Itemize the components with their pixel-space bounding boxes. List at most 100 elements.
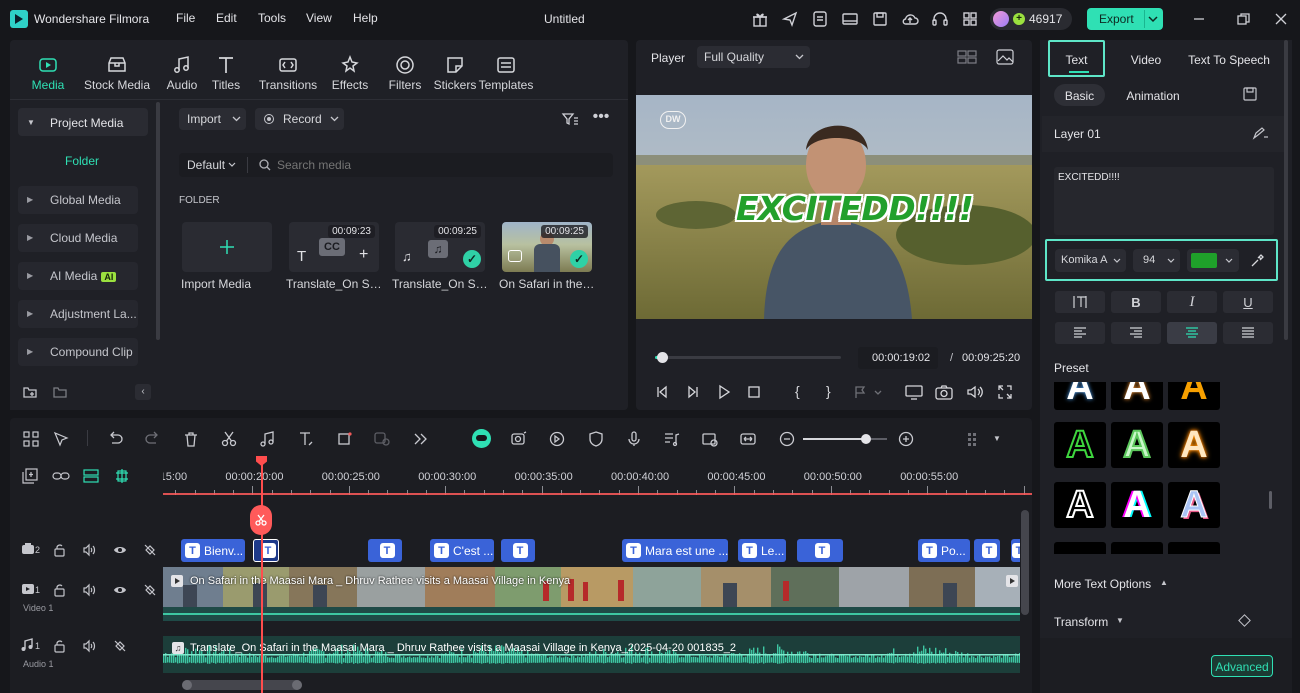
preset-item[interactable]: A bbox=[1054, 542, 1106, 554]
ai-assistant-icon[interactable] bbox=[472, 429, 491, 448]
timeline-ruler[interactable]: 00:00:15:00 00:00:20:00 00:00:25:00 00:00:3… bbox=[163, 462, 1032, 496]
mute-icon[interactable] bbox=[82, 583, 96, 597]
gift-icon[interactable] bbox=[751, 10, 769, 28]
transform-row[interactable]: Transform ▼ bbox=[1042, 606, 1288, 636]
eye-icon[interactable] bbox=[113, 543, 127, 557]
preset-item[interactable]: A bbox=[1054, 382, 1106, 410]
new-folder-icon[interactable] bbox=[22, 384, 38, 400]
grid-view-icon[interactable] bbox=[957, 49, 977, 65]
color-match-icon[interactable] bbox=[373, 430, 391, 448]
timeline-horizontal-scrollbar[interactable] bbox=[182, 680, 302, 690]
sidebar-item-ai-media[interactable]: ▶ AI Media AI bbox=[18, 262, 138, 290]
subtab-basic[interactable]: Basic bbox=[1054, 84, 1105, 106]
sidebar-item-cloud-media[interactable]: ▶ Cloud Media bbox=[18, 224, 138, 252]
mark-in-icon[interactable]: { bbox=[795, 383, 800, 399]
preset-item[interactable]: A bbox=[1168, 422, 1220, 468]
sidebar-scrollbar[interactable] bbox=[156, 102, 160, 340]
headset-icon[interactable] bbox=[931, 10, 949, 28]
toolbar-effects-button[interactable]: Effects bbox=[320, 46, 380, 98]
lock-icon[interactable] bbox=[53, 583, 67, 597]
link-icon[interactable] bbox=[52, 468, 70, 484]
crop-icon[interactable] bbox=[336, 430, 354, 448]
sidebar-item-compound-clip[interactable]: ▶ Compound Clip bbox=[18, 338, 138, 366]
preset-item[interactable]: A bbox=[1111, 422, 1163, 468]
subtab-animation[interactable]: Animation bbox=[1118, 89, 1188, 103]
image-icon[interactable] bbox=[996, 49, 1014, 65]
export-button[interactable]: Export bbox=[1087, 8, 1163, 30]
chevron-down-icon[interactable]: ▼ bbox=[993, 434, 1001, 443]
split-playhead-button[interactable] bbox=[250, 505, 272, 535]
title-clip[interactable]: T bbox=[368, 539, 402, 562]
preset-item[interactable]: A bbox=[1168, 542, 1220, 554]
zoom-in-icon[interactable] bbox=[897, 430, 915, 448]
toolbar-titles-button[interactable]: Titles bbox=[196, 46, 256, 98]
menu-help[interactable]: Help bbox=[353, 11, 378, 25]
video-preview[interactable]: DW EXCITEDD!!!! bbox=[636, 95, 1032, 319]
toolbar-stock-media-button[interactable]: Stock Media bbox=[80, 46, 154, 98]
preset-item[interactable]: A bbox=[1168, 382, 1220, 410]
toolbar-transitions-button[interactable]: Transitions bbox=[253, 46, 323, 98]
display-icon[interactable] bbox=[905, 384, 923, 400]
clip-speed-icon[interactable] bbox=[701, 430, 719, 448]
snap-icon[interactable] bbox=[113, 468, 131, 484]
underline-button[interactable]: U bbox=[1223, 291, 1273, 313]
sidebar-item-adjustment-layer[interactable]: ▶ Adjustment La... bbox=[18, 300, 138, 328]
text-content-field[interactable]: EXCITEDD!!!! bbox=[1054, 167, 1274, 235]
track-effect-icon[interactable] bbox=[143, 543, 157, 557]
mute-icon[interactable] bbox=[82, 543, 96, 557]
menu-file[interactable]: File bbox=[176, 11, 195, 25]
playhead-line[interactable] bbox=[261, 462, 263, 693]
preset-item[interactable]: A bbox=[1168, 482, 1220, 528]
more-tools-icon[interactable] bbox=[411, 430, 429, 448]
microphone-icon[interactable] bbox=[625, 430, 643, 448]
preset-item[interactable]: A bbox=[1054, 482, 1106, 528]
preset-item[interactable]: A bbox=[1111, 382, 1163, 410]
magnet-track-icon[interactable] bbox=[82, 468, 100, 484]
tab-text-to-speech[interactable]: Text To Speech bbox=[1184, 53, 1274, 67]
add-track-icon[interactable] bbox=[22, 468, 38, 484]
advanced-button[interactable]: Advanced bbox=[1211, 655, 1273, 677]
title-clip[interactable]: T bbox=[1011, 539, 1020, 562]
more-text-options-row[interactable]: More Text Options ▲ bbox=[1042, 568, 1288, 598]
layout-grid-icon[interactable] bbox=[22, 430, 40, 448]
save-preset-icon[interactable] bbox=[1243, 87, 1257, 101]
more-options-icon[interactable]: ••• bbox=[592, 109, 610, 128]
font-family-dropdown[interactable]: Komika A bbox=[1055, 249, 1126, 272]
speed-icon[interactable] bbox=[548, 430, 566, 448]
preset-item[interactable]: A bbox=[1054, 422, 1106, 468]
restore-icon[interactable] bbox=[1234, 10, 1252, 28]
mute-icon[interactable] bbox=[82, 639, 96, 653]
title-clip[interactable]: T Mara est une ... bbox=[622, 539, 728, 562]
zoom-slider[interactable] bbox=[803, 438, 887, 440]
keyframe-icon[interactable] bbox=[1238, 614, 1251, 627]
preset-item[interactable]: A bbox=[1111, 542, 1163, 554]
ai-edit-icon[interactable] bbox=[1252, 126, 1270, 140]
track-effect-icon[interactable] bbox=[113, 639, 127, 653]
preset-item[interactable]: A bbox=[1111, 482, 1163, 528]
step-back-icon[interactable] bbox=[654, 384, 670, 400]
preset-scrollbar[interactable] bbox=[1269, 491, 1272, 509]
grid-dots-icon[interactable] bbox=[965, 430, 983, 448]
sidebar-item-project-media[interactable]: ▼ Project Media bbox=[18, 108, 148, 136]
credits-badge[interactable]: + 46917 bbox=[990, 8, 1072, 30]
undo-icon[interactable] bbox=[106, 430, 124, 448]
menu-tools[interactable]: Tools bbox=[258, 11, 286, 25]
delete-icon[interactable] bbox=[182, 430, 200, 448]
lock-icon[interactable] bbox=[53, 543, 67, 557]
media-item-translate-cc[interactable]: 00:09:23 CC T + bbox=[289, 222, 379, 272]
cloud-upload-icon[interactable] bbox=[901, 10, 919, 28]
layout-icon[interactable] bbox=[841, 10, 859, 28]
align-right-button[interactable] bbox=[1111, 322, 1161, 344]
folder-icon[interactable] bbox=[52, 384, 68, 400]
save-icon[interactable] bbox=[871, 10, 889, 28]
title-clip[interactable]: T bbox=[974, 539, 1000, 562]
title-clip[interactable]: T Le... bbox=[738, 539, 786, 562]
media-item-translate-audio[interactable]: 00:09:25 ♫ ♫ ✓ bbox=[395, 222, 485, 272]
snapshot-icon[interactable] bbox=[935, 384, 953, 400]
panel-scrollbar[interactable] bbox=[1284, 40, 1288, 340]
music-list-icon[interactable] bbox=[663, 430, 681, 448]
text-spacing-button[interactable] bbox=[1055, 291, 1105, 313]
split-scissors-icon[interactable] bbox=[220, 430, 238, 448]
text-tool-icon[interactable] bbox=[297, 430, 315, 448]
marker-icon[interactable] bbox=[853, 384, 883, 400]
